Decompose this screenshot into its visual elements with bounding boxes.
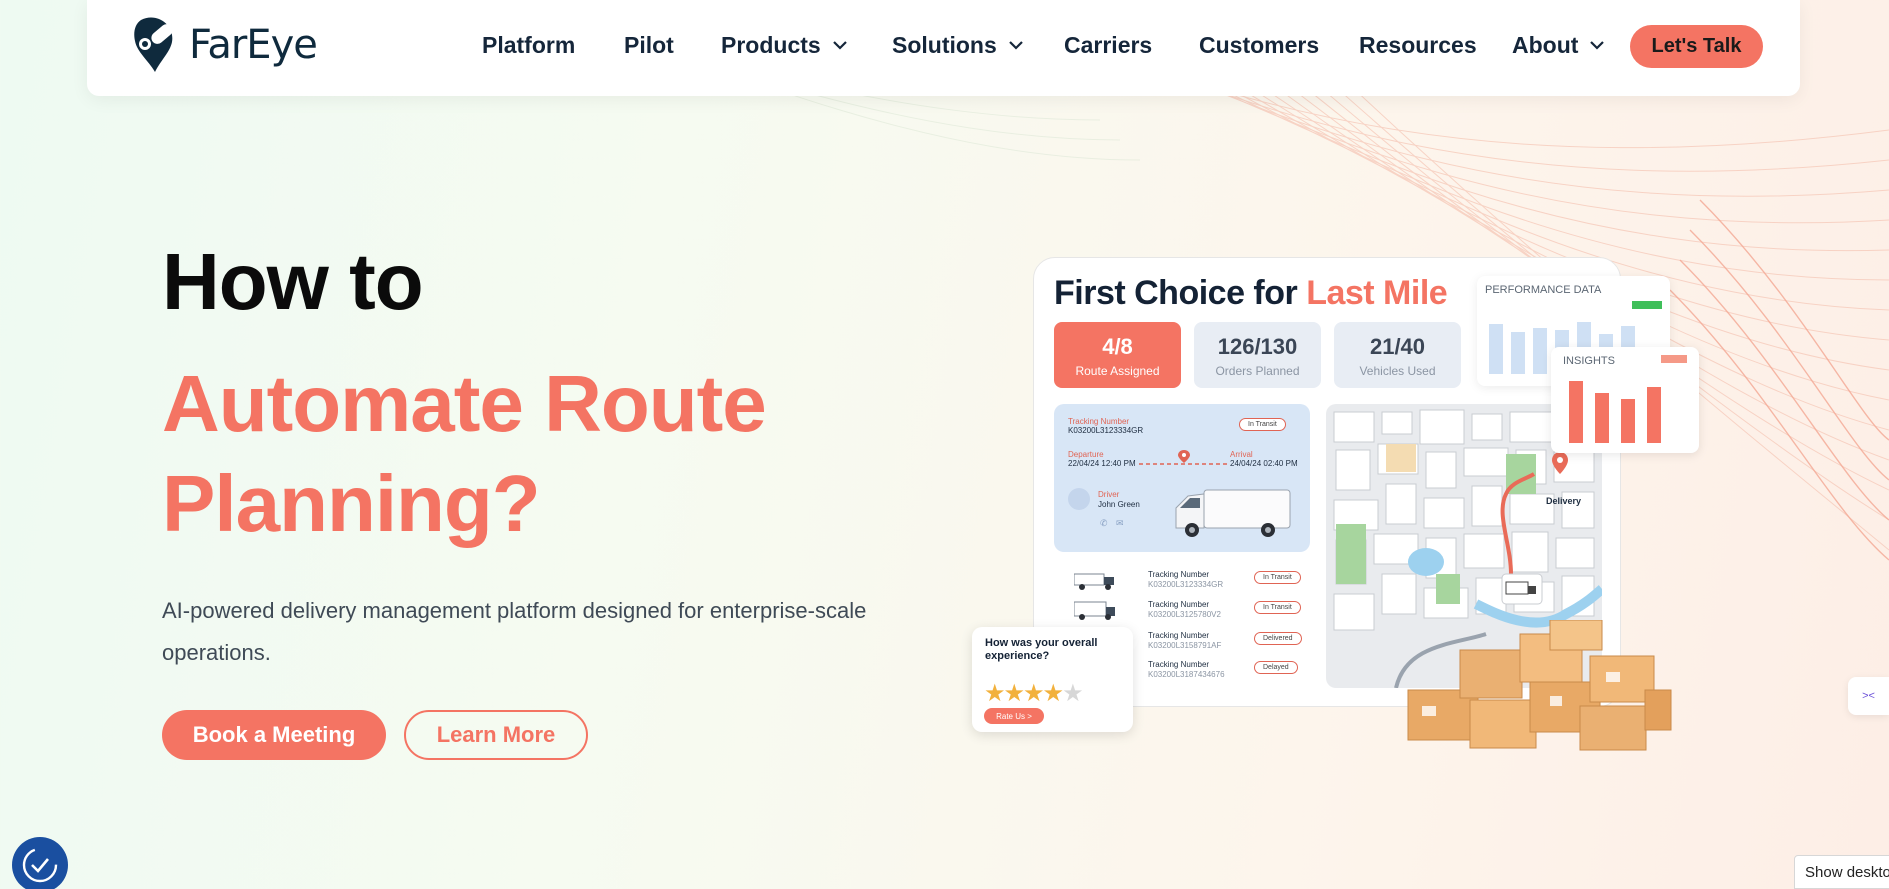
nav-about-label: About — [1512, 32, 1579, 58]
fareye-logo[interactable]: FarEye — [123, 14, 318, 76]
nav-customers[interactable]: Customers — [1199, 32, 1319, 59]
tracking-number: K03200L3123334GR — [1068, 426, 1144, 435]
nav-resources-label: Resources — [1359, 32, 1477, 58]
insights-badge — [1661, 355, 1687, 363]
nav-platform-label: Platform — [482, 32, 576, 58]
cardboard-boxes-image — [1407, 620, 1672, 751]
rate-us-button: Rate Us > — [984, 708, 1044, 724]
driver-name: John Green — [1098, 500, 1140, 509]
stat-value: 126/130 — [1217, 334, 1298, 359]
chevron-down-icon — [1009, 41, 1023, 50]
row-number: K03200L3125780V2 — [1148, 610, 1221, 619]
tracking-status-badge: In Transit — [1239, 418, 1286, 431]
logo-pin-icon — [134, 17, 173, 72]
row-label: Tracking Number — [1148, 600, 1210, 609]
stat-label: Route Assigned — [1075, 364, 1160, 378]
accessibility-icon — [22, 847, 58, 883]
nav-solutions[interactable]: Solutions — [892, 32, 1023, 59]
lets-talk-button[interactable]: Let's Talk — [1630, 25, 1763, 68]
nav-pilot-label: Pilot — [624, 32, 674, 58]
nav-platform[interactable]: Platform — [482, 32, 575, 59]
nav-customers-label: Customers — [1199, 32, 1320, 58]
hero-title-line-2: Automate Route — [162, 359, 767, 448]
stat-orders-planned: 126/130 Orders Planned — [1194, 322, 1321, 388]
book-meeting-button[interactable]: Book a Meeting — [162, 710, 386, 760]
hero-title-line-1: How to — [162, 237, 424, 326]
dashboard-title-accent: Last Mile — [1306, 274, 1448, 312]
nav-products[interactable]: Products — [721, 32, 847, 59]
dashboard-title-dark: First Choice for — [1054, 274, 1298, 312]
route-dashed-line — [1139, 450, 1229, 465]
star-rating-icon: ★★★★★ — [984, 680, 1084, 707]
row-status-badge: Delivered — [1254, 632, 1302, 645]
insights-title: INSIGHTS — [1563, 355, 1615, 367]
map-delivery-label: Delivery — [1546, 496, 1582, 506]
row-number: K03200L3187434676 — [1148, 670, 1225, 679]
dashboard-title: First Choice for Last Mile — [1054, 274, 1448, 313]
tracking-label: Tracking Number — [1068, 417, 1130, 426]
collapse-arrows-icon: >< — [1862, 690, 1875, 702]
delivery-van-image — [1175, 489, 1291, 537]
driver-label: Driver — [1098, 490, 1120, 499]
arrival-time: 24/04/24 02:40 PM — [1230, 459, 1298, 468]
row-label: Tracking Number — [1148, 631, 1210, 640]
performance-badge — [1632, 301, 1662, 309]
stat-route-assigned: 4/8 Route Assigned — [1054, 322, 1181, 388]
stat-vehicles-used: 21/40 Vehicles Used — [1334, 322, 1461, 388]
accessibility-button[interactable] — [12, 837, 68, 889]
rating-card: How was your overall experience? ★★★★★ R… — [972, 627, 1133, 732]
chevron-down-icon — [832, 41, 847, 50]
row-status-badge: Delayed — [1254, 661, 1298, 674]
hero-title-line-3: Planning? — [162, 459, 541, 548]
show-desktop-button[interactable]: Show deskto — [1794, 855, 1889, 889]
chevron-down-icon — [1590, 41, 1605, 50]
tracking-card: Tracking Number K03200L3123334GR In Tran… — [1054, 404, 1310, 552]
row-number: K03200L3123334GR — [1148, 580, 1224, 589]
truck-icon — [1074, 573, 1114, 590]
nav-carriers-label: Carriers — [1064, 32, 1153, 58]
learn-more-button[interactable]: Learn More — [404, 710, 588, 760]
shipment-row: Tracking Number K03200L3125780V2 In Tran… — [1054, 598, 1310, 624]
nav-about[interactable]: About — [1512, 32, 1605, 59]
truck-icon — [1074, 601, 1115, 620]
performance-title: PERFORMANCE DATA — [1485, 284, 1602, 296]
stat-value: 4/8 — [1102, 334, 1133, 359]
row-number: K03200L3158791AF — [1148, 641, 1222, 650]
driver-avatar — [1068, 488, 1090, 510]
nav-pilot[interactable]: Pilot — [624, 32, 674, 59]
nav-products-label: Products — [721, 32, 821, 58]
insights-bar-chart — [1569, 381, 1661, 443]
insights-card: INSIGHTS — [1551, 347, 1699, 453]
row-status-badge: In Transit — [1254, 601, 1301, 614]
side-widget-tab[interactable]: >< — [1848, 677, 1889, 715]
top-navigation-bar: FarEye Platform Pilot Products Solutions… — [87, 0, 1800, 96]
departure-label: Departure — [1068, 450, 1104, 459]
row-label: Tracking Number — [1148, 660, 1210, 669]
nav-resources[interactable]: Resources — [1359, 32, 1477, 59]
stat-label: Orders Planned — [1215, 364, 1300, 378]
nav-carriers[interactable]: Carriers — [1064, 32, 1152, 59]
row-status-badge: In Transit — [1254, 571, 1301, 584]
phone-icon: ✆ — [1100, 518, 1108, 528]
rating-question: How was your overall experience? — [985, 637, 1098, 662]
hero-subtitle: AI-powered delivery management platform … — [162, 598, 867, 665]
nav-solutions-label: Solutions — [892, 32, 997, 58]
stat-label: Vehicles Used — [1359, 364, 1436, 378]
shipment-row: Tracking Number K03200L3123334GR In Tran… — [1054, 568, 1310, 594]
departure-time: 22/04/24 12:40 PM — [1068, 459, 1136, 468]
row-label: Tracking Number — [1148, 570, 1210, 579]
stat-value: 21/40 — [1369, 334, 1426, 359]
chat-icon: ✉ — [1116, 518, 1124, 528]
arrival-label: Arrival — [1230, 450, 1253, 459]
brand-name: FarEye — [189, 22, 318, 68]
